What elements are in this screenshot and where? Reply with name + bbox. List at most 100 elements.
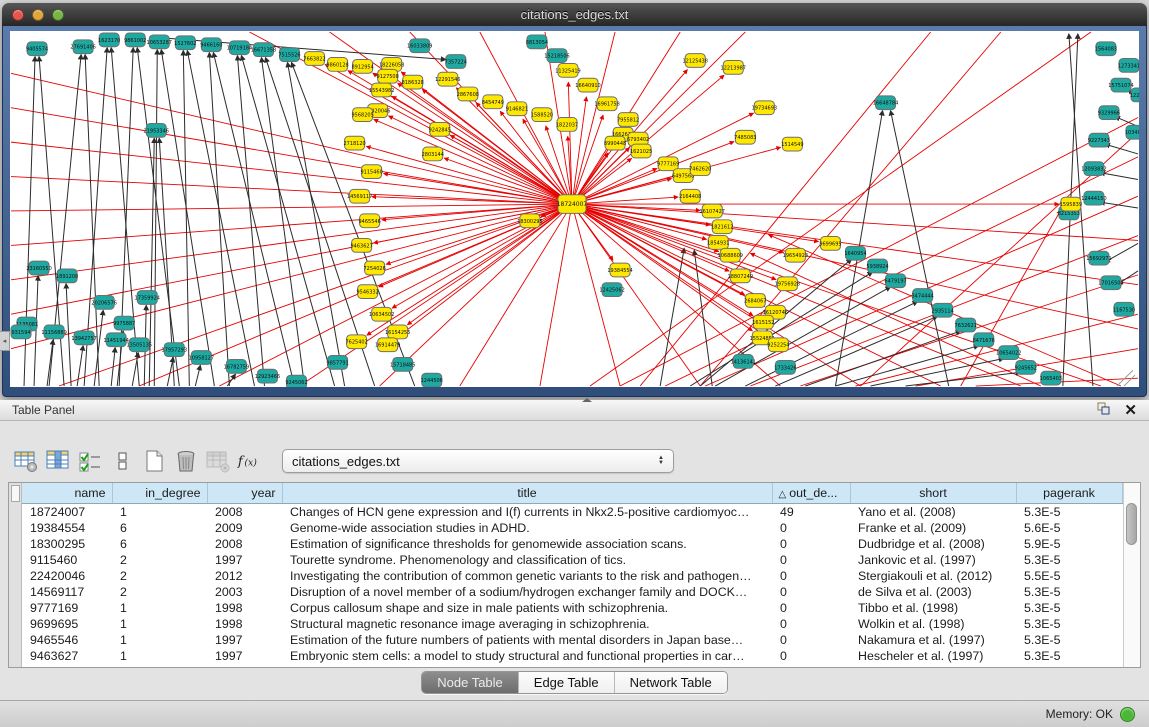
network-node[interactable]: 10634502 bbox=[369, 307, 394, 321]
network-node[interactable]: 9975887 bbox=[113, 316, 135, 330]
network-node[interactable]: 23160550 bbox=[26, 261, 51, 275]
network-node[interactable]: 9405574 bbox=[26, 42, 48, 56]
network-node[interactable]: 18300295 bbox=[517, 214, 542, 228]
network-node[interactable]: 10688609 bbox=[718, 248, 743, 262]
network-node[interactable]: 9227343 bbox=[1088, 133, 1110, 147]
network-node[interactable]: 16154255 bbox=[385, 325, 410, 339]
network-node[interactable]: 9146821 bbox=[506, 102, 528, 116]
table-vertical-scrollbar[interactable] bbox=[1123, 483, 1140, 667]
zoom-window-button[interactable] bbox=[52, 9, 64, 21]
network-node[interactable]: 2164408 bbox=[679, 189, 701, 203]
table-cell[interactable]: 0 bbox=[772, 568, 850, 584]
column-header[interactable]: △out_de... bbox=[772, 483, 850, 504]
row-height-button[interactable] bbox=[108, 447, 136, 475]
tab-network-table[interactable]: Network Table bbox=[615, 672, 727, 693]
close-panel-icon[interactable]: ✕ bbox=[1124, 403, 1137, 418]
table-cell[interactable]: 5.9E-5 bbox=[1016, 536, 1122, 552]
table-cell[interactable]: 0 bbox=[772, 632, 850, 648]
network-node[interactable]: 9252254 bbox=[767, 338, 789, 352]
network-node[interactable]: 1065403 bbox=[1040, 371, 1062, 385]
network-node[interactable]: 7254026 bbox=[364, 261, 386, 275]
network-node[interactable]: 9242845 bbox=[429, 122, 451, 136]
table-selector-dropdown[interactable]: citations_edges.txt ▲▼ bbox=[282, 449, 674, 473]
network-node[interactable]: 9857791 bbox=[326, 356, 348, 370]
network-node[interactable]: 16914479 bbox=[375, 338, 400, 352]
column-header[interactable]: year bbox=[207, 483, 282, 504]
table-cell[interactable]: 2008 bbox=[207, 504, 282, 521]
column-header[interactable]: short bbox=[850, 483, 1016, 504]
tab-node-table[interactable]: Node Table bbox=[422, 672, 519, 693]
network-node[interactable]: 1514549 bbox=[781, 137, 803, 151]
network-node[interactable]: 11156889 bbox=[41, 325, 66, 339]
table-cell[interactable]: 9115460 bbox=[22, 552, 112, 568]
table-cell[interactable]: 0 bbox=[772, 648, 850, 664]
table-cell[interactable]: 9465546 bbox=[22, 632, 112, 648]
table-cell[interactable]: 1998 bbox=[207, 616, 282, 632]
network-node[interactable]: 19384554 bbox=[607, 263, 632, 277]
minimize-window-button[interactable] bbox=[32, 9, 44, 21]
network-node[interactable]: 12213987 bbox=[721, 61, 746, 75]
table-cell[interactable]: Corpus callosum shape and size in male p… bbox=[282, 600, 772, 616]
network-node[interactable]: 1821612 bbox=[711, 220, 733, 234]
table-cell[interactable]: 9463627 bbox=[22, 648, 112, 664]
network-node[interactable]: 1733426 bbox=[774, 360, 796, 374]
table-cell[interactable]: 1 bbox=[112, 632, 207, 648]
table-cell[interactable]: 5.3E-5 bbox=[1016, 616, 1122, 632]
table-cell[interactable]: 1997 bbox=[207, 632, 282, 648]
network-node[interactable]: 15718485 bbox=[390, 357, 415, 371]
table-cell[interactable]: 0 bbox=[772, 552, 850, 568]
network-node[interactable]: 5938924 bbox=[866, 259, 888, 273]
table-cell[interactable]: 9777169 bbox=[22, 600, 112, 616]
network-node[interactable]: 27691406 bbox=[70, 40, 95, 54]
network-node[interactable]: 16671358 bbox=[251, 43, 276, 57]
network-node[interactable]: 15751074 bbox=[1108, 78, 1133, 92]
network-node[interactable]: 9127508 bbox=[377, 69, 399, 83]
table-cell[interactable]: 2003 bbox=[207, 584, 282, 600]
network-node[interactable]: 19756928 bbox=[775, 277, 800, 291]
collapsed-panel-handle[interactable]: ◂ bbox=[0, 331, 10, 351]
network-node[interactable]: 2867608 bbox=[457, 87, 479, 101]
network-node[interactable]: 8471676 bbox=[973, 333, 995, 347]
table-cell[interactable]: Stergiakouli et al. (2012) bbox=[850, 568, 1016, 584]
network-node[interactable]: 14569117 bbox=[347, 189, 372, 203]
table-cell[interactable]: Changes of HCN gene expression and I(f) … bbox=[282, 504, 772, 521]
network-node[interactable]: 931594 bbox=[11, 325, 31, 339]
table-cell[interactable]: 0 bbox=[772, 584, 850, 600]
network-node[interactable]: 1615152 bbox=[752, 315, 774, 329]
network-node[interactable]: 9568205 bbox=[351, 108, 373, 122]
network-node[interactable]: 8912954 bbox=[351, 60, 373, 74]
network-node[interactable]: 7632621 bbox=[955, 318, 977, 332]
table-cell[interactable]: 1997 bbox=[207, 648, 282, 664]
network-canvas[interactable]: 1872400794055742769140616231709861002106… bbox=[10, 31, 1139, 387]
table-cell[interactable]: 2 bbox=[112, 552, 207, 568]
function-builder-button[interactable]: f(x) bbox=[236, 447, 264, 475]
table-cell[interactable]: 19384554 bbox=[22, 520, 112, 536]
network-node[interactable]: 1854931 bbox=[707, 236, 729, 250]
column-header[interactable]: pagerank bbox=[1016, 483, 1122, 504]
table-cell[interactable]: Wolkin et al. (1998) bbox=[850, 616, 1016, 632]
table-cell[interactable]: 5.3E-5 bbox=[1016, 632, 1122, 648]
network-node[interactable]: 1595839 bbox=[1060, 197, 1082, 211]
scrollbar-thumb[interactable] bbox=[1126, 503, 1137, 545]
network-node[interactable]: 16648784 bbox=[873, 96, 898, 110]
table-cell[interactable]: 1997 bbox=[207, 552, 282, 568]
create-column-button[interactable] bbox=[140, 447, 168, 475]
network-node[interactable]: 13505135 bbox=[127, 338, 152, 352]
network-node[interactable]: 1621025 bbox=[630, 144, 652, 158]
table-mode-button[interactable] bbox=[12, 447, 40, 475]
table-cell[interactable]: 18724007 bbox=[22, 504, 112, 521]
table-cell[interactable]: Yano et al. (2008) bbox=[850, 504, 1016, 521]
network-node[interactable]: 16782759 bbox=[224, 359, 249, 373]
network-node[interactable]: 7357224 bbox=[445, 55, 467, 69]
network-node[interactable]: 1227434 bbox=[1130, 88, 1139, 102]
network-node[interactable]: 10654022 bbox=[996, 346, 1021, 360]
select-columns-button[interactable] bbox=[76, 447, 104, 475]
network-node[interactable]: 1891208 bbox=[56, 269, 78, 283]
network-node[interactable]: 19654923 bbox=[783, 248, 808, 262]
canvas-resize-grip[interactable] bbox=[1117, 370, 1135, 386]
network-node[interactable]: 9329966 bbox=[1098, 106, 1120, 120]
network-node[interactable]: 7625402 bbox=[345, 335, 367, 349]
table-cell[interactable]: 2008 bbox=[207, 536, 282, 552]
network-node[interactable]: 1244506 bbox=[421, 373, 443, 387]
table-cell[interactable]: Disruption of a novel member of a sodium… bbox=[282, 584, 772, 600]
